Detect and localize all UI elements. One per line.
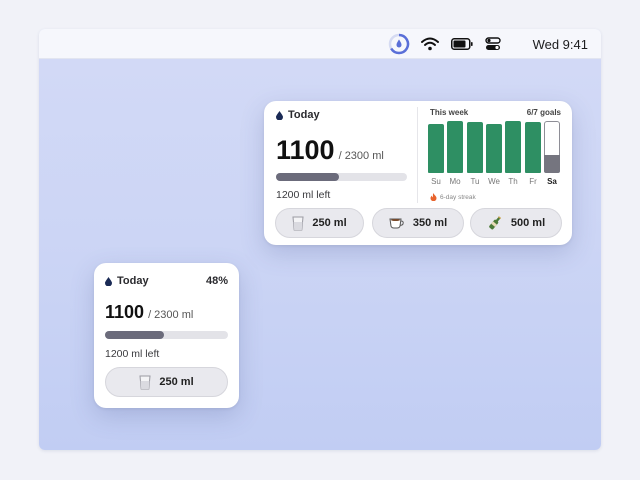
intake-goal: / 2300 ml (148, 309, 194, 321)
progress-bar (276, 173, 407, 181)
intake-goal: / 2300 ml (338, 150, 384, 162)
widget-header: Today (105, 275, 149, 287)
day-bar-we (486, 121, 502, 173)
day-bar-fill (486, 124, 502, 173)
streak-row: 6-day streak (430, 193, 476, 201)
week-title: This week (430, 108, 469, 117)
day-label-th: Th (508, 177, 518, 186)
day-label-tu: Tu (470, 177, 480, 186)
flame-icon (430, 193, 437, 201)
intake-total: 1100 / 2300 ml (105, 302, 193, 323)
progress-bar-fill (276, 173, 339, 181)
widget-title: Today (288, 109, 320, 121)
control-center-icon[interactable] (485, 36, 501, 52)
water-widget-small[interactable]: Today 48% 1100 / 2300 ml 1200 ml left 25… (94, 263, 239, 408)
widget-header: Today (276, 109, 320, 121)
add-250-button[interactable]: 250 ml (275, 208, 364, 238)
coffee-cup-icon (389, 218, 404, 229)
add-250-button[interactable]: 250 ml (105, 367, 228, 397)
day-bar-fill (525, 122, 541, 173)
add-250-label: 250 ml (159, 376, 194, 388)
day-bar-mo (447, 121, 463, 173)
intake-amount: 1100 (105, 302, 145, 322)
intake-amount: 1100 (276, 135, 335, 165)
day-bar-tu (467, 121, 483, 173)
day-label-su: Su (431, 177, 441, 186)
day-label-sa: Sa (547, 177, 557, 186)
add-250-label: 250 ml (312, 217, 347, 229)
day-bar-fr (525, 121, 541, 173)
day-bar-sa (544, 121, 560, 173)
progress-bar-fill (105, 331, 165, 339)
add-350-button[interactable]: 350 ml (372, 208, 464, 238)
day-bar-fill (544, 155, 560, 173)
day-bar-fill (505, 121, 521, 173)
add-350-label: 350 ml (412, 217, 448, 229)
divider (417, 107, 418, 203)
day-bar-su (428, 121, 444, 173)
day-bar-th (505, 121, 521, 173)
add-500-button[interactable]: 500 ml (470, 208, 562, 238)
glass-icon (139, 375, 151, 389)
remaining-text: 1200 ml left (276, 189, 331, 201)
menu-bar-clock[interactable]: Wed 9:41 (533, 37, 588, 52)
day-bar-fill (467, 122, 483, 173)
day-label-we: We (488, 177, 500, 186)
add-500-label: 500 ml (510, 217, 546, 229)
progress-bar (105, 331, 228, 339)
bottle-icon (489, 216, 501, 230)
remaining-text: 1200 ml left (105, 348, 160, 360)
water-widget-large[interactable]: Today 1100 / 2300 ml 1200 ml left This w… (264, 101, 572, 245)
intake-total: 1100 / 2300 ml (276, 135, 384, 166)
water-drop-icon (276, 110, 283, 120)
streak-text: 6-day streak (440, 193, 476, 201)
glass-icon (292, 216, 304, 230)
week-goals: 6/7 goals (526, 108, 561, 117)
menu-bar: Wed 9:41 (39, 29, 601, 59)
percent-complete: 48% (205, 275, 228, 287)
day-label-fr: Fr (529, 177, 537, 186)
day-label-mo: Mo (449, 177, 461, 186)
day-bar-fill (428, 124, 444, 173)
water-drop-icon (105, 276, 112, 286)
week-chart (428, 121, 564, 173)
day-bar-fill (447, 121, 463, 173)
battery-icon[interactable] (451, 36, 473, 52)
widget-title: Today (117, 275, 149, 287)
wifi-icon[interactable] (421, 36, 439, 52)
water-app-icon[interactable] (388, 33, 410, 55)
